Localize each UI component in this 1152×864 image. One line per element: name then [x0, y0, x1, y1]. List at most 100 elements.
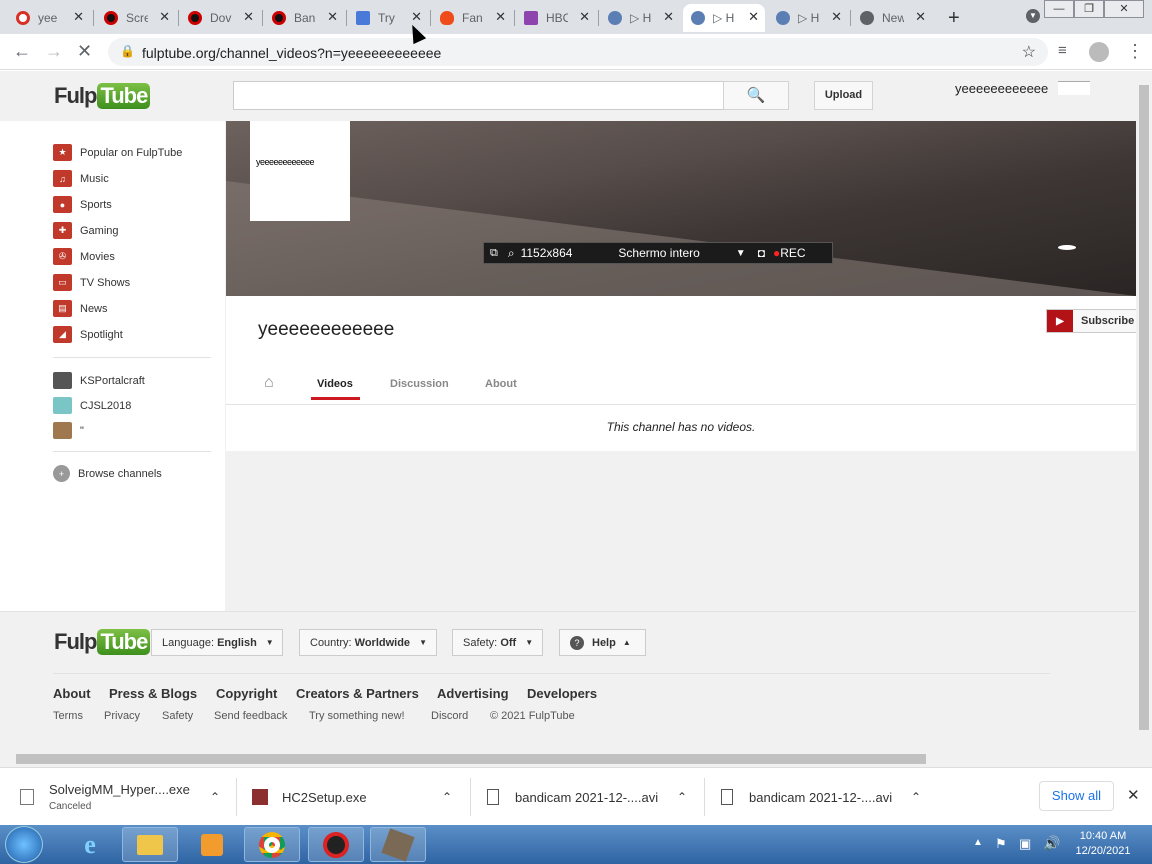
chevron-up-icon[interactable]: ⌃: [677, 790, 687, 804]
help-button[interactable]: ? Help ▲: [559, 629, 646, 656]
footer-sublink[interactable]: Discord: [431, 710, 468, 722]
tab-discussion[interactable]: Discussion: [390, 378, 449, 390]
download-item[interactable]: bandicam 2021-12-....avi ⌃: [721, 768, 937, 826]
tab-videos[interactable]: Videos: [317, 378, 353, 390]
browser-tab-active[interactable]: ▷ H ✕: [683, 4, 765, 32]
rec-button[interactable]: REC: [780, 246, 805, 260]
close-icon[interactable]: ✕: [159, 9, 170, 25]
chevron-up-icon[interactable]: ⌃: [442, 790, 452, 804]
chrome-icon[interactable]: [244, 827, 300, 862]
zoom-icon[interactable]: ⌕: [508, 246, 515, 261]
back-icon[interactable]: ←: [13, 42, 31, 60]
footer-link[interactable]: About: [53, 686, 91, 701]
browser-tab[interactable]: Fan ✕: [432, 4, 512, 32]
volume-icon[interactable]: 🔊: [1043, 835, 1060, 852]
footer-link[interactable]: Copyright: [216, 686, 277, 701]
explorer-icon[interactable]: [122, 827, 178, 862]
guide-item-news[interactable]: ▤ News: [53, 300, 108, 317]
close-icon[interactable]: ✕: [1127, 786, 1140, 804]
recorder-mode[interactable]: Schermo intero: [618, 246, 699, 260]
scrollbar-thumb[interactable]: [1139, 85, 1149, 730]
guide-item-popular[interactable]: ★ Popular on FulpTube: [53, 144, 182, 161]
close-icon[interactable]: ✕: [73, 9, 84, 25]
search-input[interactable]: [233, 81, 724, 110]
close-icon[interactable]: ✕: [831, 9, 842, 25]
clock[interactable]: 10:40 AM 12/20/2021: [1070, 829, 1136, 859]
close-icon[interactable]: ✕: [748, 9, 759, 25]
browser-tab[interactable]: New ✕: [852, 4, 932, 32]
username[interactable]: yeeeeeeeeeeee: [955, 81, 1048, 96]
browser-tab[interactable]: Scre ✕: [96, 4, 176, 32]
stop-loading-icon[interactable]: ✕: [77, 42, 92, 60]
download-item[interactable]: HC2Setup.exe ⌃: [252, 768, 468, 826]
horizontal-scrollbar[interactable]: [0, 751, 1136, 767]
ie-icon[interactable]: e: [62, 827, 118, 862]
browser-tab[interactable]: ▷ H ✕: [600, 4, 680, 32]
footer-logo[interactable]: Fulp Tube: [54, 629, 151, 655]
flag-icon[interactable]: ⚑: [995, 836, 1007, 852]
browser-tab[interactable]: Ban ✕: [264, 4, 344, 32]
close-icon[interactable]: ✕: [243, 9, 254, 25]
network-icon[interactable]: ▣: [1019, 836, 1031, 852]
new-tab-button[interactable]: +: [940, 4, 970, 32]
browse-channels-link[interactable]: + Browse channels: [53, 465, 162, 482]
subscription-item[interactable]: ": [53, 422, 84, 439]
scrollbar-thumb[interactable]: [16, 754, 926, 764]
download-item[interactable]: bandicam 2021-12-....avi ⌃: [487, 768, 703, 826]
show-hidden-icons[interactable]: ▲: [973, 837, 983, 848]
footer-sublink[interactable]: Privacy: [104, 710, 140, 722]
profile-avatar[interactable]: [1089, 42, 1109, 62]
guide-item-movies[interactable]: ✇ Movies: [53, 248, 115, 265]
footer-sublink[interactable]: Try something new!: [309, 710, 405, 722]
footer-link[interactable]: Creators & Partners: [296, 686, 419, 701]
close-icon[interactable]: ✕: [579, 9, 590, 25]
channel-thumbnail[interactable]: yeeeeeeeeeeee: [250, 121, 350, 221]
menu-kebab-icon[interactable]: ⋮: [1126, 42, 1144, 60]
guide-item-music[interactable]: ♫ Music: [53, 170, 109, 187]
camera-icon[interactable]: ◘: [758, 246, 765, 260]
bandicam-icon[interactable]: [308, 827, 364, 862]
country-picker[interactable]: Country: Worldwide ▼: [299, 629, 437, 656]
subscribe-button[interactable]: ▶ Subscribe: [1046, 309, 1138, 333]
browser-tab[interactable]: HBO ✕: [516, 4, 596, 32]
close-icon[interactable]: ✕: [915, 9, 926, 25]
guide-item-gaming[interactable]: ✚ Gaming: [53, 222, 119, 239]
browser-tab[interactable]: yee ✕: [8, 4, 90, 32]
address-bar[interactable]: 🔒 fulptube.org/channel_videos?n=yeeeeeee…: [108, 38, 1048, 66]
tab-about[interactable]: About: [485, 378, 517, 390]
chevron-up-icon[interactable]: ⌃: [210, 790, 220, 804]
footer-sublink[interactable]: Send feedback: [214, 710, 287, 722]
download-item[interactable]: SolveigMM_Hyper....exe Canceled ⌃: [20, 768, 236, 826]
close-icon[interactable]: ✕: [495, 9, 506, 25]
reading-list-icon[interactable]: ≡: [1058, 42, 1067, 60]
fulptube-logo[interactable]: Fulp Tube: [54, 83, 151, 109]
chevron-up-icon[interactable]: ⌃: [911, 790, 921, 804]
subscription-item[interactable]: KSPortalcraft: [53, 372, 145, 389]
bookmark-star-icon[interactable]: ☆: [1022, 42, 1036, 62]
forward-icon[interactable]: →: [45, 42, 63, 60]
vertical-scrollbar[interactable]: [1136, 71, 1152, 751]
dropdown-arrow-icon[interactable]: ▼: [736, 248, 746, 259]
browser-tab[interactable]: Dov ✕: [180, 4, 260, 32]
footer-sublink[interactable]: Terms: [53, 710, 83, 722]
close-icon[interactable]: ✕: [327, 9, 338, 25]
close-icon[interactable]: ✕: [663, 9, 674, 25]
search-button[interactable]: 🔍: [723, 81, 789, 110]
guide-item-spotlight[interactable]: ◢ Spotlight: [53, 326, 123, 343]
avatar[interactable]: [1058, 81, 1090, 95]
maximize-button[interactable]: ❐: [1074, 0, 1104, 18]
guide-item-sports[interactable]: ● Sports: [53, 196, 112, 213]
browser-tab[interactable]: ▷ H ✕: [768, 4, 848, 32]
footer-link[interactable]: Advertising: [437, 686, 509, 701]
home-icon[interactable]: ⌂: [264, 374, 274, 392]
minimize-button[interactable]: —: [1044, 0, 1074, 18]
app-icon[interactable]: [370, 827, 426, 862]
window-icon[interactable]: ⧉: [490, 247, 498, 260]
guide-item-tv-shows[interactable]: ▭ TV Shows: [53, 274, 130, 291]
footer-link[interactable]: Developers: [527, 686, 597, 701]
media-player-icon[interactable]: [184, 827, 240, 862]
close-window-button[interactable]: ✕: [1104, 0, 1144, 18]
footer-sublink[interactable]: Safety: [162, 710, 193, 722]
footer-link[interactable]: Press & Blogs: [109, 686, 197, 701]
show-all-button[interactable]: Show all: [1039, 781, 1114, 811]
